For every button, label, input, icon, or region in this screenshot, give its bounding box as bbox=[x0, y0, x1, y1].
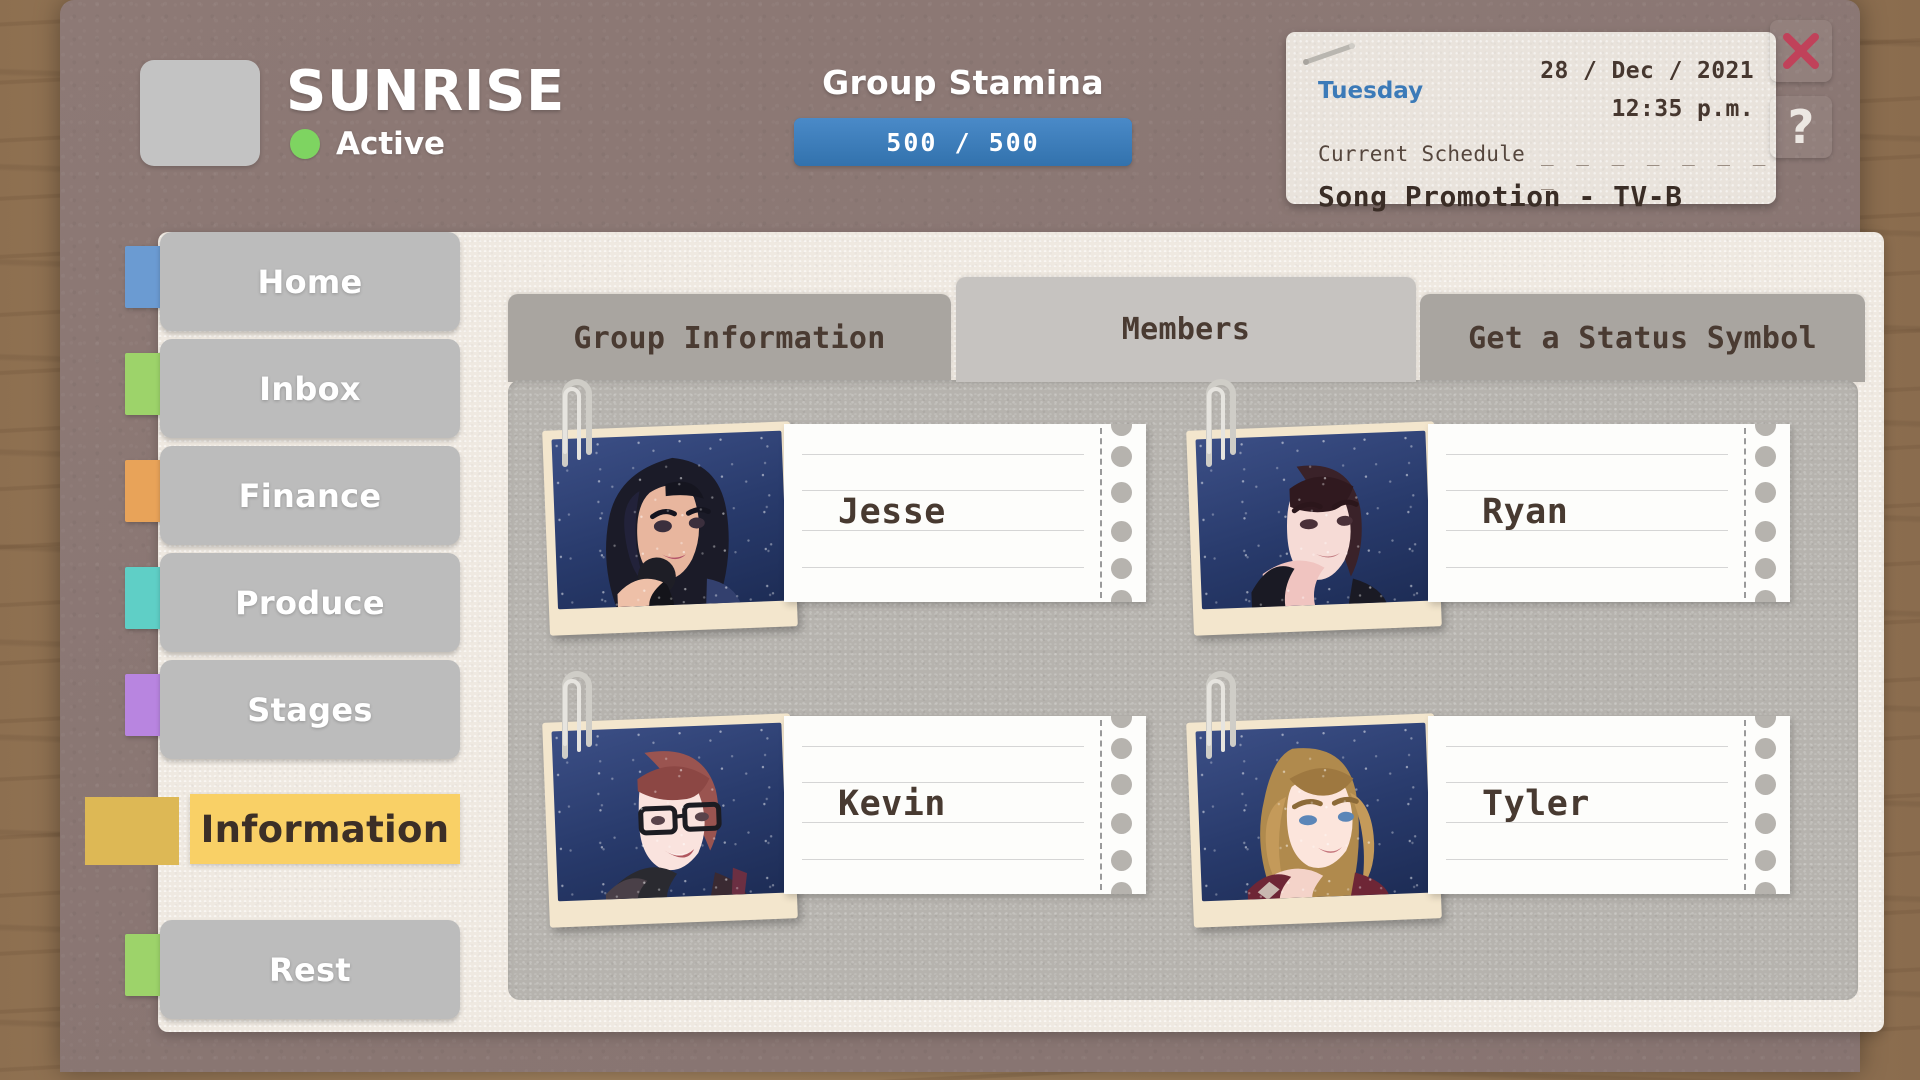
stamina-value: 500 / 500 bbox=[886, 127, 1040, 157]
tab-members[interactable]: Members bbox=[956, 277, 1416, 382]
close-button[interactable] bbox=[1770, 20, 1832, 82]
paperclip-icon bbox=[562, 379, 592, 467]
tab-label: Members bbox=[1121, 312, 1251, 347]
ticket-stub bbox=[1102, 424, 1146, 602]
member-card[interactable]: Ryan bbox=[1180, 379, 1810, 686]
schedule-caption: Current Schedule bbox=[1318, 142, 1526, 166]
window-controls: ? bbox=[1770, 20, 1832, 158]
stamina-bar: 500 / 500 bbox=[794, 118, 1132, 166]
sidebar-item-label: Finance bbox=[238, 476, 382, 515]
sidebar-item-information[interactable]: Information bbox=[60, 787, 460, 894]
member-name-ticket: Tyler bbox=[1428, 716, 1790, 894]
tab-get-a-status-symbol[interactable]: Get a Status Symbol bbox=[1420, 294, 1865, 382]
main-window: SUNRISE Active Group Stamina 500 / 500 T… bbox=[60, 0, 1884, 1072]
sidebar-item-label: Rest bbox=[269, 950, 351, 989]
members-board: Jesse Ryan Kevin Tyler bbox=[508, 379, 1858, 1000]
question-mark-icon: ? bbox=[1787, 100, 1815, 154]
paperclip-icon bbox=[562, 671, 592, 759]
sidebar-item-inbox[interactable]: Inbox bbox=[60, 339, 460, 446]
help-button[interactable]: ? bbox=[1770, 96, 1832, 158]
member-name: Ryan bbox=[1482, 492, 1569, 532]
tab-label: Group Information bbox=[573, 320, 886, 356]
paperclip-icon bbox=[1206, 671, 1236, 759]
game-screen: SUNRISE Active Group Stamina 500 / 500 T… bbox=[0, 0, 1920, 1080]
sidebar-item-finance[interactable]: Finance bbox=[60, 446, 460, 553]
member-card[interactable]: Kevin bbox=[536, 671, 1166, 978]
ticket-stub bbox=[1746, 424, 1790, 602]
schedule-date: 28 / Dec / 2021 bbox=[1540, 58, 1754, 84]
sidebar-item-label: Inbox bbox=[259, 369, 361, 408]
sidebar-item-label: Home bbox=[257, 262, 363, 301]
sidebar-item-home[interactable]: Home bbox=[60, 232, 460, 339]
sidebar-button[interactable]: Stages bbox=[160, 660, 460, 759]
group-stamina: Group Stamina 500 / 500 bbox=[793, 63, 1133, 166]
status-label: Active bbox=[336, 126, 446, 162]
member-name-ticket: Jesse bbox=[784, 424, 1146, 602]
tab-group-information[interactable]: Group Information bbox=[508, 294, 951, 382]
sidebar-item-rest[interactable]: Rest bbox=[60, 920, 460, 1027]
sidebar-item-label: Produce bbox=[235, 583, 385, 622]
sidebar-button[interactable]: Finance bbox=[160, 446, 460, 545]
sidebar-button[interactable]: Produce bbox=[160, 553, 460, 652]
pin-clip-icon bbox=[1303, 43, 1355, 65]
schedule-title: Song Promotion - TV-B bbox=[1318, 180, 1683, 213]
sidebar-nav: Home Inbox Finance Produce Stages Inform… bbox=[60, 232, 460, 1027]
group-name: SUNRISE bbox=[286, 59, 565, 124]
members-grid: Jesse Ryan Kevin Tyler bbox=[508, 379, 1858, 1000]
member-name-ticket: Ryan bbox=[1428, 424, 1790, 602]
sidebar-color-tab bbox=[85, 797, 179, 865]
group-logo bbox=[140, 60, 260, 166]
sidebar-button[interactable]: Information bbox=[190, 794, 460, 864]
ticket-stub bbox=[1102, 716, 1146, 894]
sidebar-button[interactable]: Inbox bbox=[160, 339, 460, 438]
sidebar-item-stages[interactable]: Stages bbox=[60, 660, 460, 767]
sidebar-item-label: Information bbox=[200, 807, 450, 851]
member-card[interactable]: Jesse bbox=[536, 379, 1166, 686]
top-bar: SUNRISE Active Group Stamina 500 / 500 T… bbox=[60, 0, 1860, 225]
member-name: Kevin bbox=[838, 784, 946, 824]
ticket-stub bbox=[1746, 716, 1790, 894]
sidebar-button[interactable]: Rest bbox=[160, 920, 460, 1019]
sidebar-item-label: Stages bbox=[247, 690, 373, 729]
schedule-day: Tuesday bbox=[1318, 78, 1424, 104]
schedule-card[interactable]: Tuesday 28 / Dec / 2021 12:35 p.m. Curre… bbox=[1286, 32, 1776, 213]
group-status: Active bbox=[286, 126, 565, 162]
sidebar-item-produce[interactable]: Produce bbox=[60, 553, 460, 660]
member-name: Jesse bbox=[838, 492, 946, 532]
tab-strip: Group Information Members Get a Status S… bbox=[508, 277, 1865, 382]
tab-label: Get a Status Symbol bbox=[1468, 320, 1817, 356]
close-x-icon bbox=[1783, 33, 1819, 69]
member-name-ticket: Kevin bbox=[784, 716, 1146, 894]
sidebar-button[interactable]: Home bbox=[160, 232, 460, 331]
member-name: Tyler bbox=[1482, 784, 1590, 824]
status-indicator-dot bbox=[290, 129, 320, 159]
stamina-label: Group Stamina bbox=[822, 63, 1104, 102]
member-card[interactable]: Tyler bbox=[1180, 671, 1810, 978]
paperclip-icon bbox=[1206, 379, 1236, 467]
group-badge: SUNRISE Active bbox=[140, 60, 565, 166]
schedule-time: 12:35 p.m. bbox=[1611, 96, 1754, 122]
